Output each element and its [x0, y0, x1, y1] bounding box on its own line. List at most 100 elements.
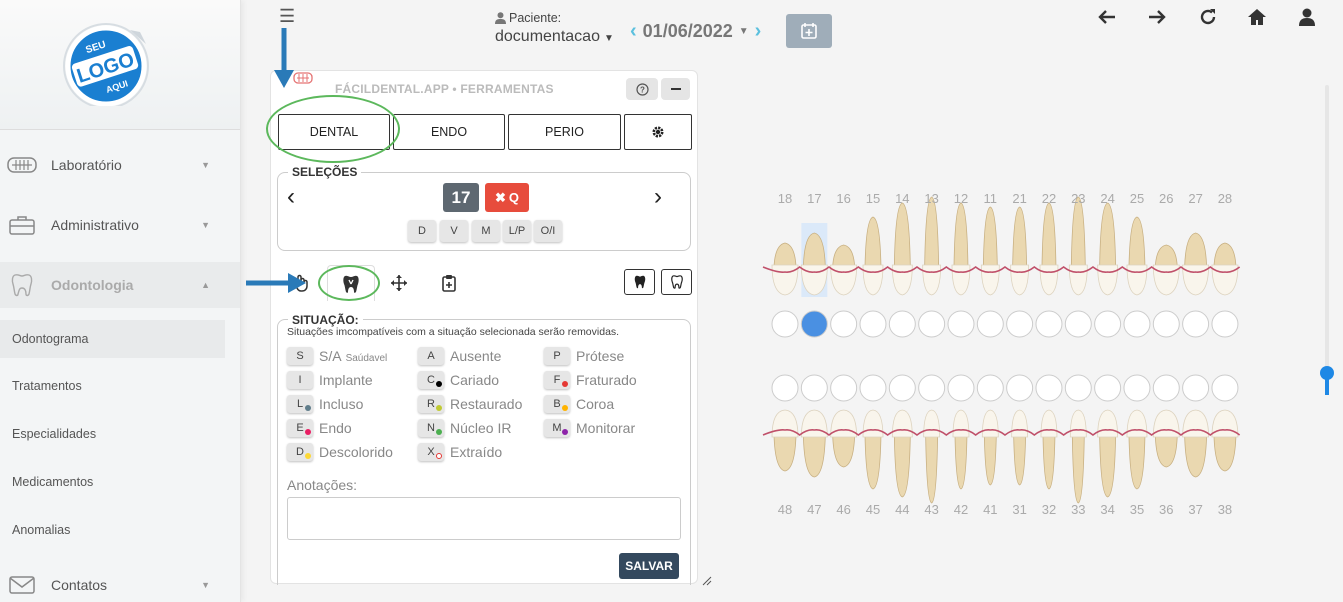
current-date[interactable]: 01/06/2022	[643, 21, 733, 42]
situation-option-n[interactable]: N Núcleo IR	[418, 419, 511, 437]
lower-tooth-selector[interactable]	[1035, 374, 1063, 402]
tooth-solid-button[interactable]	[624, 269, 655, 295]
forward-icon[interactable]	[1146, 6, 1168, 28]
upper-tooth-selector[interactable]	[1123, 310, 1151, 338]
tooth-34[interactable]	[1097, 409, 1119, 498]
lower-tooth-selector[interactable]	[830, 374, 858, 402]
upper-tooth-selector[interactable]	[1211, 310, 1239, 338]
tooth-38[interactable]	[1211, 409, 1239, 472]
situation-option-p[interactable]: P Prótese	[544, 347, 624, 365]
tooth-23[interactable]	[1068, 196, 1088, 296]
tooth-46[interactable]	[830, 409, 858, 468]
upper-tooth-selector[interactable]	[1035, 310, 1063, 338]
sidebar-subitem-medicamentos[interactable]: Medicamentos	[0, 463, 225, 501]
situation-option-s[interactable]: S S/A Saúdavel	[287, 347, 387, 365]
upper-tooth-selector[interactable]	[800, 310, 828, 338]
sidebar-item-administrativo[interactable]: Administrativo ▼	[0, 202, 240, 248]
zoom-slider-track[interactable]	[1325, 85, 1329, 395]
tooth-14[interactable]	[891, 202, 913, 296]
caret-down-icon[interactable]: ▼	[739, 26, 749, 37]
upper-tooth-selector[interactable]	[1064, 310, 1092, 338]
sidebar-item-odontologia[interactable]: Odontologia ▲	[0, 262, 240, 308]
situation-option-l[interactable]: L Incluso	[287, 395, 363, 413]
upper-tooth-selector[interactable]	[1094, 310, 1122, 338]
back-icon[interactable]	[1096, 6, 1118, 28]
upper-tooth-selector[interactable]	[830, 310, 858, 338]
mode-perio-button[interactable]: PERIO	[508, 114, 621, 150]
tooth-44[interactable]	[891, 409, 913, 498]
clear-selection-button[interactable]: ✖ Q	[485, 183, 529, 212]
lower-tooth-selector[interactable]	[1123, 374, 1151, 402]
lower-tooth-selector[interactable]	[1152, 374, 1180, 402]
user-icon[interactable]	[1296, 6, 1318, 28]
face-button-v[interactable]: V	[440, 220, 468, 242]
next-date-icon[interactable]: ›	[755, 20, 762, 43]
patient-selector[interactable]: Paciente: documentacao ▼	[495, 11, 614, 46]
resize-handle-icon[interactable]	[702, 576, 712, 586]
lower-tooth-selector[interactable]	[918, 374, 946, 402]
tooth-36[interactable]	[1152, 409, 1180, 468]
upper-tooth-selector[interactable]	[888, 310, 916, 338]
mode-endo-button[interactable]: ENDO	[393, 114, 505, 150]
face-button-oi[interactable]: O/I	[534, 220, 562, 242]
face-button-m[interactable]: M	[472, 220, 500, 242]
face-button-lp[interactable]: L/P	[503, 220, 531, 242]
situation-option-i[interactable]: I Implante	[287, 371, 373, 389]
menu-toggle-icon[interactable]: ☰	[279, 7, 295, 25]
lower-tooth-selector[interactable]	[1211, 374, 1239, 402]
face-button-d[interactable]: D	[408, 220, 436, 242]
situation-option-b[interactable]: B Coroa	[544, 395, 614, 413]
upper-tooth-selector[interactable]	[1006, 310, 1034, 338]
help-button[interactable]: ?	[626, 78, 658, 100]
tooth-45[interactable]	[862, 409, 884, 490]
situation-option-m[interactable]: M Monitorar	[544, 419, 635, 437]
situation-option-e[interactable]: E Endo	[287, 419, 352, 437]
lower-tooth-selector[interactable]	[859, 374, 887, 402]
tooth-12[interactable]	[951, 202, 971, 296]
refresh-icon[interactable]	[1197, 6, 1219, 28]
next-tooth-icon[interactable]: ›	[654, 185, 662, 209]
situation-option-x[interactable]: X Extraído	[418, 443, 502, 461]
sidebar-subitem-anomalias[interactable]: Anomalias	[0, 511, 225, 549]
situation-option-d[interactable]: D Descolorido	[287, 443, 393, 461]
upper-tooth-selector[interactable]	[859, 310, 887, 338]
zoom-slider-handle[interactable]	[1320, 366, 1334, 380]
tooth-37[interactable]	[1182, 409, 1210, 478]
patient-value-row[interactable]: documentacao ▼	[495, 28, 614, 46]
upper-tooth-selector[interactable]	[1152, 310, 1180, 338]
tooth-18[interactable]	[771, 242, 799, 296]
lower-tooth-selector[interactable]	[1094, 374, 1122, 402]
tooth-11[interactable]	[980, 206, 1000, 296]
upper-tooth-selector[interactable]	[976, 310, 1004, 338]
tooth-33[interactable]	[1069, 409, 1087, 504]
tooth-31[interactable]	[1011, 409, 1029, 486]
sidebar-subitem-odontograma[interactable]: Odontograma	[0, 320, 225, 358]
prev-tooth-icon[interactable]: ‹	[287, 185, 295, 209]
lower-tooth-selector[interactable]	[947, 374, 975, 402]
tooth-48[interactable]	[771, 409, 799, 472]
lower-tooth-selector[interactable]	[976, 374, 1004, 402]
lower-tooth-selector[interactable]	[1182, 374, 1210, 402]
tooth-22[interactable]	[1039, 202, 1059, 296]
sidebar-item-contatos[interactable]: Contatos ▼	[0, 562, 240, 602]
tooth-outline-button[interactable]	[661, 269, 692, 295]
tooth-41[interactable]	[981, 409, 999, 486]
lower-tooth-selector[interactable]	[1064, 374, 1092, 402]
sidebar-subitem-tratamentos[interactable]: Tratamentos	[0, 367, 225, 405]
tooth-25[interactable]	[1126, 216, 1148, 296]
upper-tooth-selector[interactable]	[947, 310, 975, 338]
lower-tooth-selector[interactable]	[771, 374, 799, 402]
upper-tooth-selector[interactable]	[771, 310, 799, 338]
add-appointment-button[interactable]	[786, 14, 832, 48]
lower-tooth-selector[interactable]	[888, 374, 916, 402]
notes-textarea[interactable]	[287, 497, 681, 540]
tooth-24[interactable]	[1097, 202, 1119, 296]
situation-option-r[interactable]: R Restaurado	[418, 395, 522, 413]
save-button[interactable]: SALVAR	[619, 553, 679, 579]
tooth-13[interactable]	[922, 196, 942, 296]
prev-date-icon[interactable]: ‹	[630, 20, 637, 43]
tooth-21[interactable]	[1010, 206, 1030, 296]
lower-tooth-selector[interactable]	[1006, 374, 1034, 402]
upper-tooth-selector[interactable]	[1182, 310, 1210, 338]
situation-option-c[interactable]: C Cariado	[418, 371, 499, 389]
